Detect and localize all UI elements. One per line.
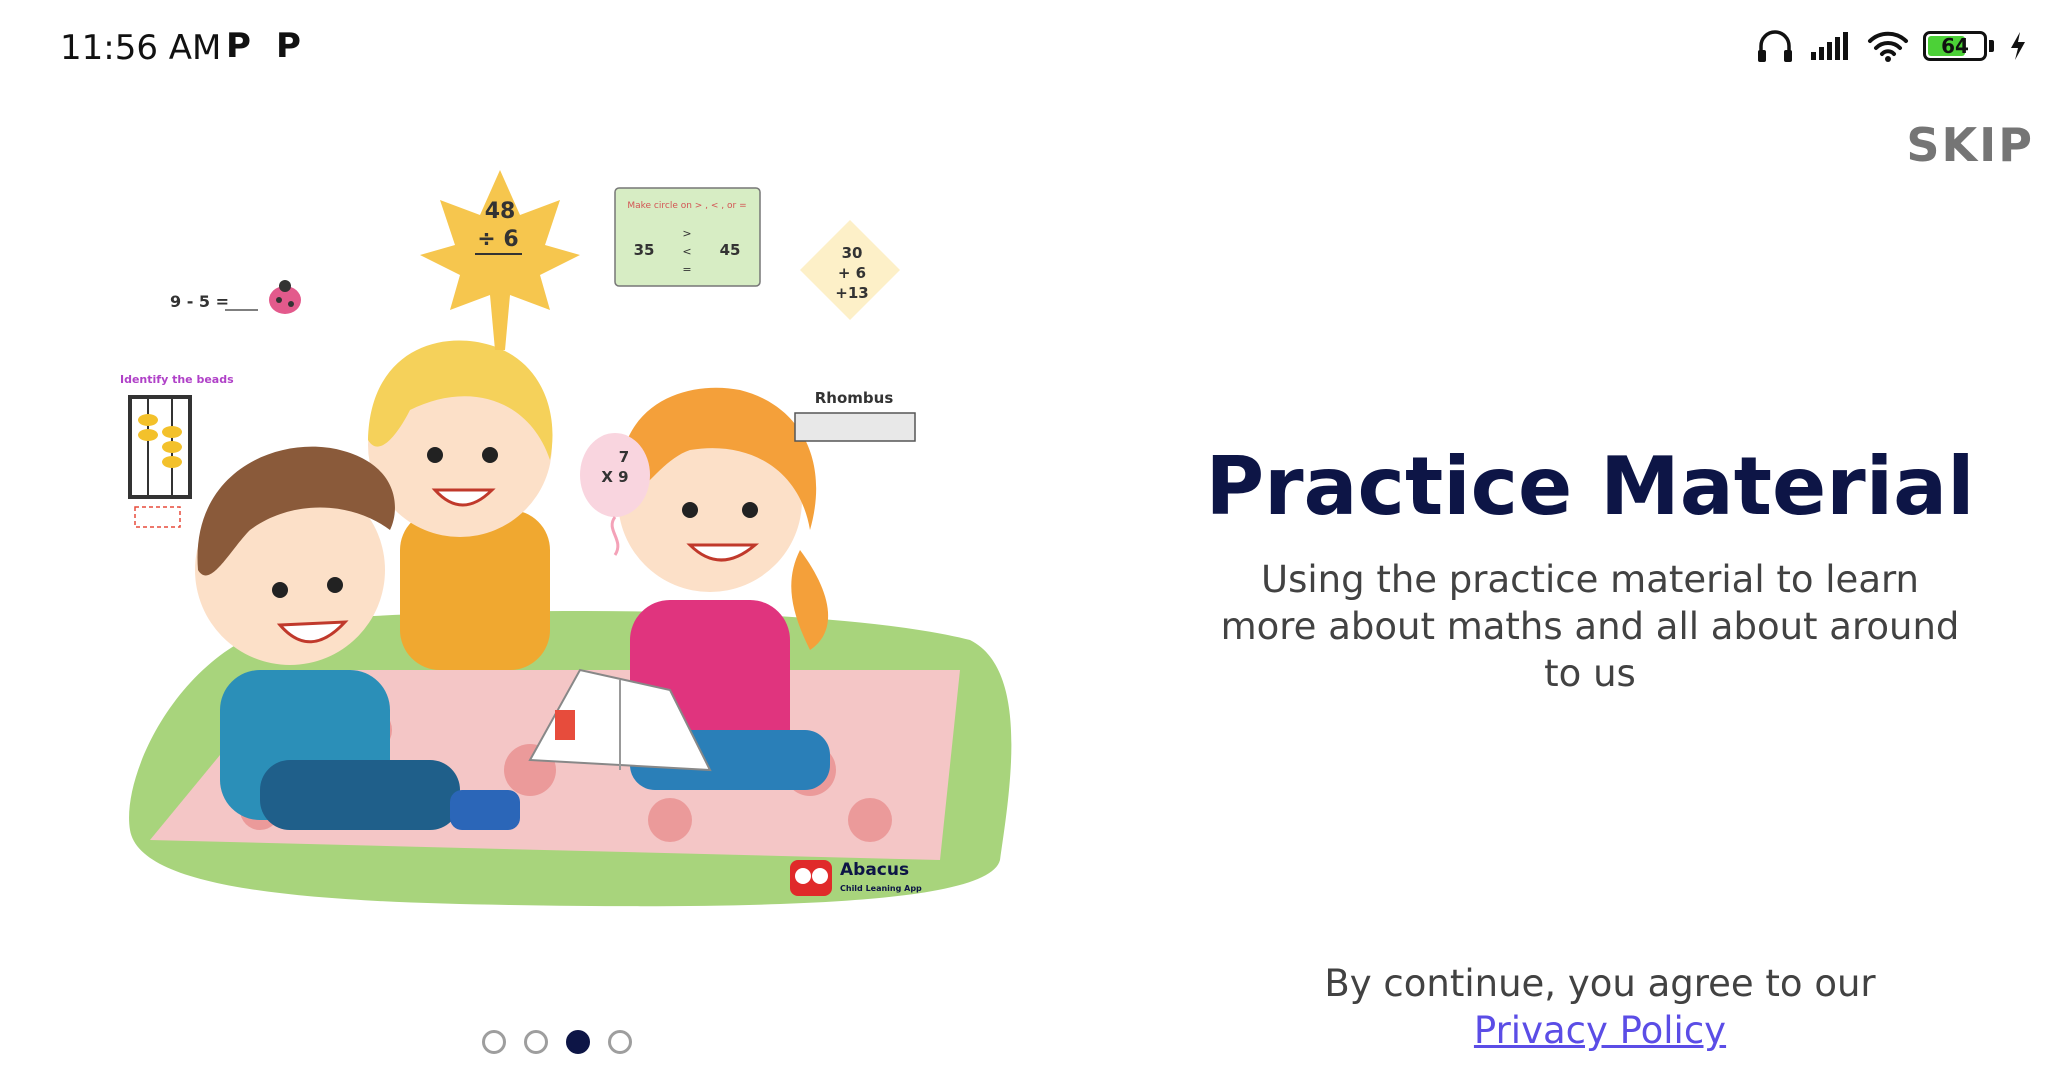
notification-p-icon: P	[276, 26, 301, 66]
pagination-dot-2[interactable]	[524, 1030, 548, 1054]
privacy-policy-link[interactable]: Privacy Policy	[1260, 1007, 1940, 1054]
pagination-dot-4[interactable]	[608, 1030, 632, 1054]
status-icons: 64	[1755, 28, 2028, 64]
diamond-addend: + 6	[838, 264, 866, 282]
charging-icon	[2011, 32, 2025, 60]
signal-icon	[1811, 32, 1848, 60]
page-subtitle: Using the practice material to learn mor…	[1220, 558, 1960, 695]
compare-symbol-lt: <	[682, 245, 691, 258]
battery-tip	[1989, 40, 1994, 52]
maple-leaf-problem: 48 ÷ 6	[420, 170, 580, 350]
balloon-operation: X 9	[601, 468, 628, 486]
leaf-number: 48	[485, 199, 516, 224]
pagination-dot-1[interactable]	[482, 1030, 506, 1054]
compare-symbol-eq: =	[682, 263, 691, 276]
battery-level: 64	[1941, 34, 1969, 58]
compare-right: 45	[720, 241, 741, 259]
brand-tagline: Child Leaning App	[840, 884, 922, 893]
brand-name: Abacus	[840, 860, 909, 880]
consent-text: By continue, you agree to our	[1324, 962, 1876, 1005]
compare-card: Make circle on > , < , or = 35 > < = 45	[614, 187, 761, 287]
beads-label: Identify the beads	[120, 373, 234, 386]
leaf-operation: ÷ 6	[477, 227, 518, 252]
diamond-addend: +13	[835, 284, 868, 302]
skip-button[interactable]: SKIP	[1906, 118, 2034, 172]
compare-instruction: Make circle on > , < , or =	[627, 201, 746, 211]
headset-icon	[1758, 30, 1792, 62]
rhombus-label: Rhombus	[815, 389, 894, 407]
rhombus-answer-box	[794, 412, 916, 442]
battery-icon: 64	[1923, 31, 1987, 61]
status-bar: 11:56 AM P P 64	[0, 0, 2052, 96]
onboarding-illustration: 48 ÷ 6 9 - 5 = Make circle on > , < , or…	[120, 170, 1012, 907]
pagination-dots	[482, 1030, 632, 1054]
page-title: Practice Material	[1205, 440, 1975, 533]
notification-p-icon: P	[226, 26, 251, 66]
wifi-icon	[1868, 31, 1908, 62]
diamond-problem: 30 + 6 +13	[800, 220, 900, 320]
compare-left: 35	[634, 241, 655, 259]
abacus-beads-icon	[128, 395, 192, 528]
ladybug-icon	[269, 280, 301, 314]
consent-text-block: By continue, you agree to our Privacy Po…	[1260, 960, 1940, 1054]
status-time: 11:56 AM	[60, 28, 222, 68]
compare-symbol-gt: >	[682, 227, 691, 240]
abacus-logo: Abacus Child Leaning App	[790, 860, 922, 896]
subtraction-problem: 9 - 5 =	[170, 292, 229, 311]
pagination-dot-3[interactable]	[566, 1030, 590, 1054]
balloon-number: 7	[619, 448, 629, 466]
diamond-number: 30	[842, 244, 863, 262]
